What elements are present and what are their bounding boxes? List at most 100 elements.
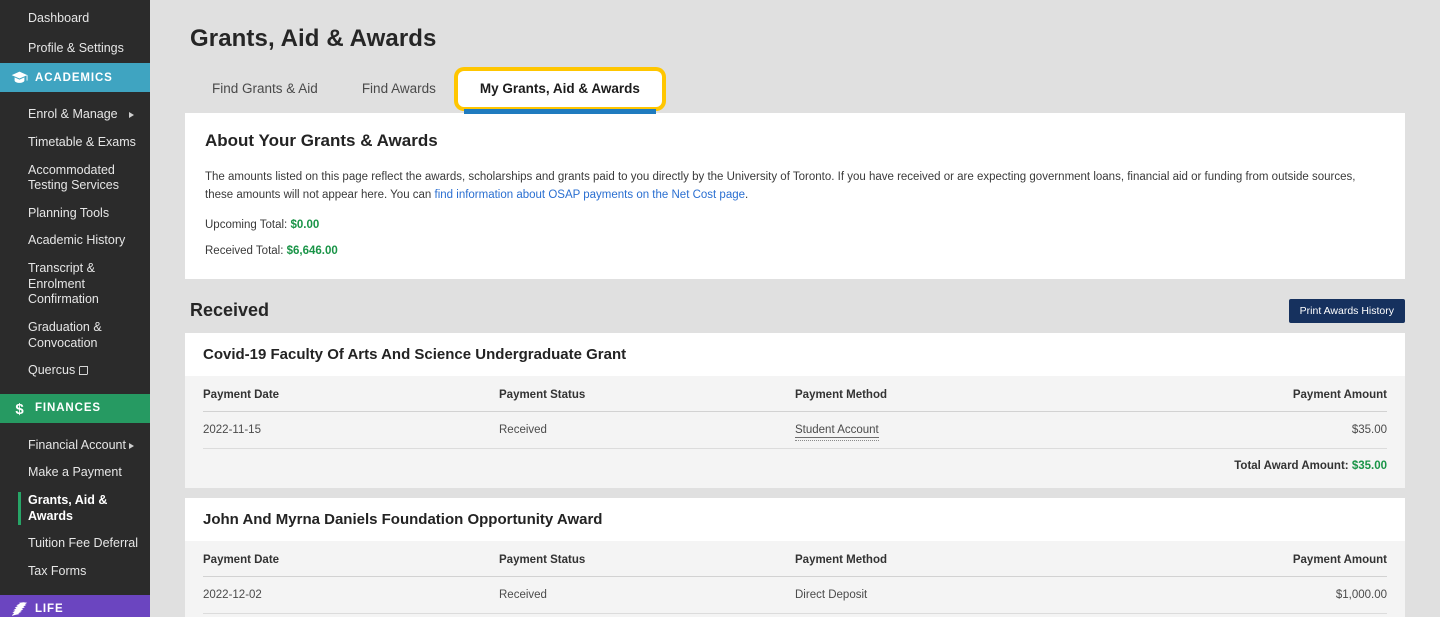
upcoming-total-value: $0.00 xyxy=(290,218,320,231)
page-title: Grants, Aid & Awards xyxy=(190,25,437,52)
upcoming-total-label: Upcoming Total: xyxy=(205,218,288,231)
column-header-method: Payment Method xyxy=(795,375,1139,412)
column-header-status: Payment Status xyxy=(499,540,795,577)
sidebar-item-label: Enrol & Manage xyxy=(28,107,118,122)
cell-payment-status: Received xyxy=(499,613,795,617)
sidebar: Dashboard Profile & Settings ACADEMICS Enr… xyxy=(0,0,150,617)
table-header-row: Payment Date Payment Status Payment Method… xyxy=(203,375,1387,412)
about-heading: About Your Grants & Awards xyxy=(205,131,438,150)
leaf-icon xyxy=(11,602,28,617)
chevron-right-icon xyxy=(129,112,134,119)
sidebar-item-make-a-payment[interactable]: Make a Payment xyxy=(0,459,150,487)
tab-label: Find Awards xyxy=(361,81,436,96)
tab-label: Find Grants & Aid xyxy=(212,81,318,96)
tab-find-awards[interactable]: Find Awards xyxy=(340,71,458,107)
sidebar-item-enrol-manage[interactable]: Enrol & Manage xyxy=(0,101,150,129)
sidebar-item-timetable-exams[interactable]: Timetable & Exams xyxy=(0,129,150,157)
sidebar-item-label: Profile & Settings xyxy=(28,40,124,55)
table-header-row: Payment Date Payment Status Payment Method… xyxy=(203,540,1387,577)
awards-list: Covid-19 Faculty Of Arts And Science Und… xyxy=(185,332,1405,617)
about-text-before: The amounts listed on this page reflect … xyxy=(205,171,1356,201)
sidebar-item-dashboard[interactable]: Dashboard xyxy=(0,4,150,34)
osap-net-cost-link[interactable]: find information about OSAP payments on … xyxy=(435,189,745,201)
app-root: Dashboard Profile & Settings ACADEMICS Enr… xyxy=(0,0,1440,617)
sidebar-item-accommodated-testing-services[interactable]: Accommodated Testing Services xyxy=(0,157,150,200)
tab-find-grants-aid[interactable]: Find Grants & Aid xyxy=(190,71,340,107)
cell-payment-amount: $35.00 xyxy=(1138,411,1387,449)
received-total-value: $6,646.00 xyxy=(286,244,338,257)
tab-label: My Grants, Aid & Awards xyxy=(479,81,640,96)
award-table-wrapper: Payment Date Payment Status Payment Method… xyxy=(185,375,1405,488)
payments-table: Payment Date Payment Status Payment Method… xyxy=(203,540,1387,617)
cell-payment-date: 2022-12-02 xyxy=(203,576,499,614)
sidebar-item-label: Academic History xyxy=(28,233,126,248)
payments-table: Payment Date Payment Status Payment Method… xyxy=(203,375,1387,449)
external-link-icon xyxy=(79,366,89,376)
award-title: John And Myrna Daniels Foundation Opport… xyxy=(203,510,603,528)
cell-payment-method: Direct Deposit xyxy=(795,576,1139,614)
table-row: 2021-11-12ReceivedCheque$2,000.00 xyxy=(203,613,1387,617)
about-text-after: . xyxy=(745,188,749,201)
sidebar-item-label: Dashboard xyxy=(28,11,90,25)
dollar-sign-icon: $ xyxy=(11,401,28,416)
sidebar-item-quercus[interactable]: Quercus xyxy=(0,357,150,385)
sidebar-item-label: Tuition Fee Deferral xyxy=(28,536,138,551)
column-header-date: Payment Date xyxy=(203,540,499,577)
column-header-status: Payment Status xyxy=(499,375,795,412)
cell-payment-amount: $2,000.00 xyxy=(1138,613,1387,617)
received-total-label: Received Total: xyxy=(205,244,284,257)
graduation-cap-icon xyxy=(11,70,28,85)
tab-my-grants-aid-awards[interactable]: My Grants, Aid & Awards xyxy=(457,71,662,114)
sidebar-item-academic-history[interactable]: Academic History xyxy=(0,227,150,255)
sidebar-item-financial-account[interactable]: Financial Account xyxy=(0,432,150,460)
upcoming-total-row: Upcoming Total: $0.00 xyxy=(205,219,1385,231)
sidebar-item-graduation-convocation[interactable]: Graduation & Convocation xyxy=(0,314,150,357)
sidebar-item-planning-tools[interactable]: Planning Tools xyxy=(0,200,150,228)
sidebar-section-label: ACADEMICS xyxy=(35,71,113,84)
award-card: Covid-19 Faculty Of Arts And Science Und… xyxy=(185,332,1405,488)
sidebar-section-label: LIFE xyxy=(35,603,64,615)
sidebar-item-label: Financial Account xyxy=(28,437,126,452)
cell-payment-date: 2022-11-15 xyxy=(203,411,499,449)
sidebar-item-transcript-enrolment-confirmation[interactable]: Transcript & Enrolment Confirmation xyxy=(0,255,150,314)
cell-payment-method: Student Account xyxy=(795,411,1139,449)
main-content: Grants, Aid & Awards Find Grants & Aid Fi… xyxy=(150,0,1440,617)
sidebar-item-label: Accommodated Testing Services xyxy=(28,162,120,193)
sidebar-item-tuition-fee-deferral[interactable]: Tuition Fee Deferral xyxy=(0,530,150,558)
sidebar-group-academics: Enrol & Manage Timetable & Exams Accommoda… xyxy=(0,92,150,394)
column-header-amount: Payment Amount xyxy=(1138,540,1387,577)
sidebar-item-label: Grants, Aid & Awards xyxy=(28,493,108,523)
sidebar-group-finances: Financial Account Make a Payment Grants, A… xyxy=(0,423,150,595)
sidebar-item-label: Quercus xyxy=(28,363,76,378)
sidebar-item-grants-aid-awards[interactable]: Grants, Aid & Awards xyxy=(0,487,150,530)
payment-method-tooltip-link[interactable]: Student Account xyxy=(795,423,879,438)
award-total-value: $35.00 xyxy=(1351,459,1387,472)
sidebar-section-academics[interactable]: ACADEMICS xyxy=(0,63,150,93)
cell-payment-status: Received xyxy=(499,411,795,449)
table-row: 2022-11-15 Received Student Account $35.00 xyxy=(203,411,1387,449)
sidebar-item-label: Timetable & Exams xyxy=(28,134,136,149)
received-total-row: Received Total: $6,646.00 xyxy=(205,245,1385,257)
about-paragraph: The amounts listed on this page reflect … xyxy=(205,169,1385,205)
sidebar-section-life[interactable]: LIFE xyxy=(0,594,150,617)
cell-payment-date: 2021-11-12 xyxy=(203,613,499,617)
award-total-row: Total Award Amount: $35.00 xyxy=(203,449,1387,476)
sidebar-section-label: FINANCES xyxy=(35,402,101,415)
tab-bar: Find Grants & Aid Find Awards My Grants, A… xyxy=(185,67,1405,114)
print-awards-history-button[interactable]: Print Awards History xyxy=(1288,298,1405,323)
table-row: 2022-12-02 Received Direct Deposit $1,000.0… xyxy=(203,576,1387,614)
cell-payment-method: Cheque xyxy=(795,613,1139,617)
sidebar-sections: ACADEMICS Enrol & Manage Timetable & Exams… xyxy=(0,63,150,617)
award-card: John And Myrna Daniels Foundation Opport… xyxy=(185,497,1405,617)
column-header-date: Payment Date xyxy=(203,375,499,412)
award-title: Covid-19 Faculty Of Arts And Science Und… xyxy=(203,345,627,363)
sidebar-item-label: Graduation & Convocation xyxy=(28,319,102,350)
sidebar-item-profile-settings[interactable]: Profile & Settings xyxy=(0,34,150,64)
about-inner: About Your Grants & Awards The amounts l… xyxy=(185,113,1405,279)
received-heading: Received xyxy=(190,300,270,321)
award-total-label: Total Award Amount: xyxy=(1234,459,1349,472)
sidebar-section-finances[interactable]: $ FINANCES xyxy=(0,393,150,423)
sidebar-item-tax-forms[interactable]: Tax Forms xyxy=(0,558,150,586)
sidebar-item-label: Make a Payment xyxy=(28,465,122,480)
award-table-wrapper: Payment Date Payment Status Payment Method… xyxy=(185,540,1405,617)
